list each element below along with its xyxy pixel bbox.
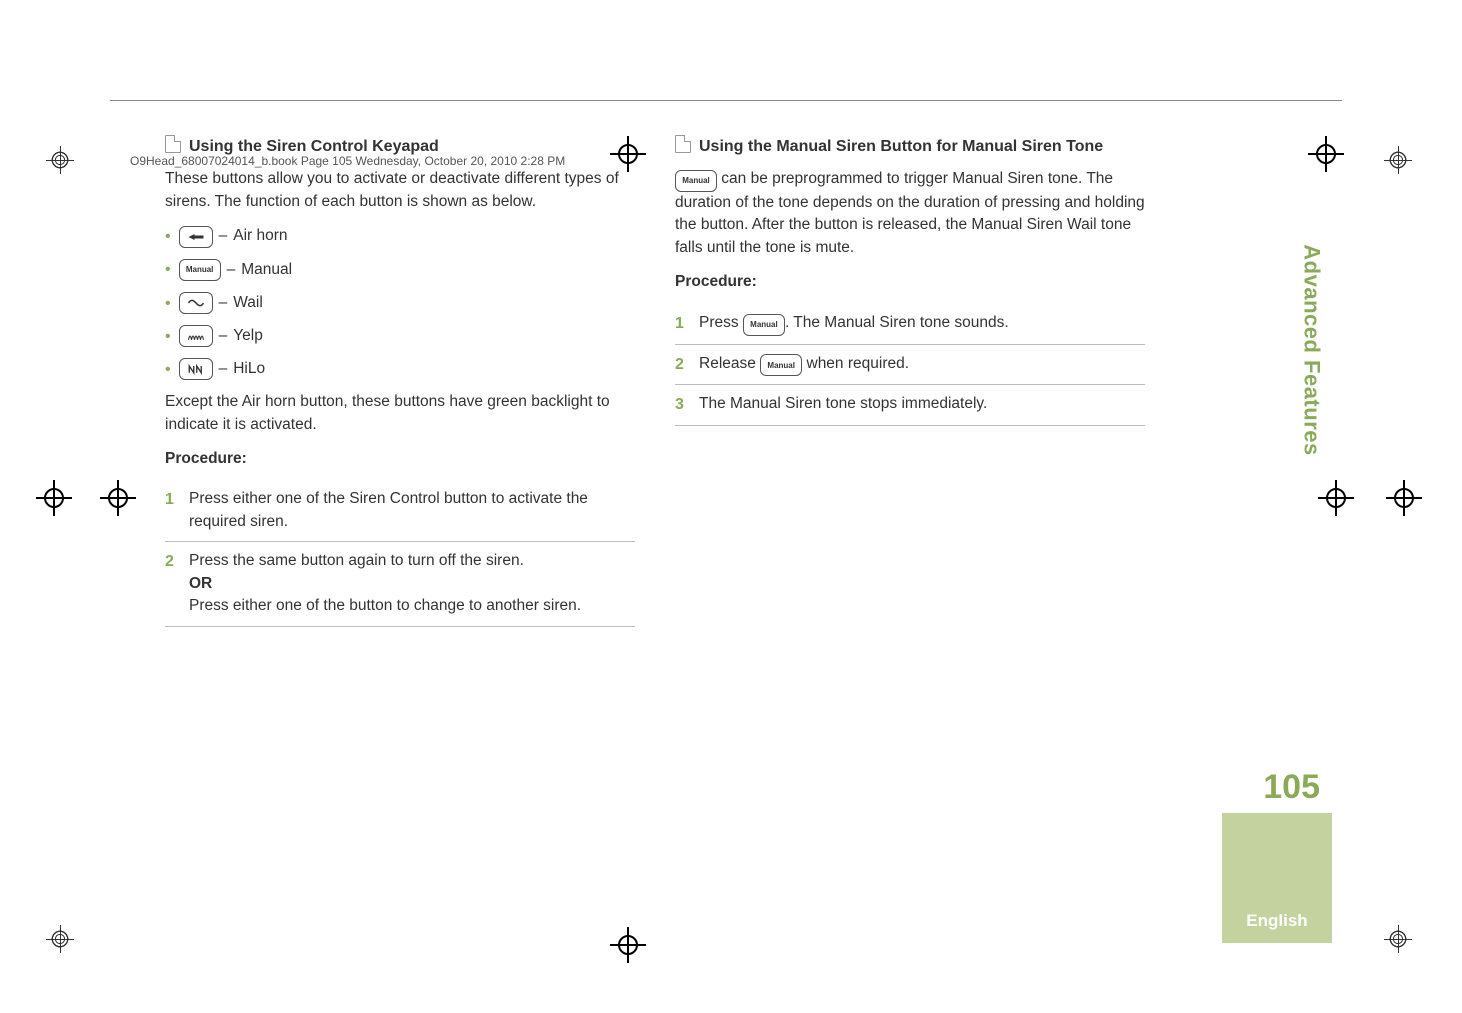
- page-icon: [165, 135, 181, 153]
- wail-key-icon: [179, 292, 213, 314]
- registration-mark-icon: [46, 146, 74, 174]
- bullet-icon: •: [165, 358, 171, 381]
- step-text: Press either one of the Siren Control bu…: [189, 488, 635, 533]
- bullet-icon: •: [165, 225, 171, 248]
- bullet-icon: •: [165, 325, 171, 348]
- manual-key-icon: Manual: [743, 314, 785, 336]
- right-heading: Using the Manual Siren Button for Manual…: [675, 135, 1145, 158]
- dash: –: [219, 225, 228, 247]
- right-intro: Manual can be preprogrammed to trigger M…: [675, 168, 1145, 259]
- step-text: Release Manual when required.: [699, 353, 1145, 377]
- left-intro: These buttons allow you to activate or d…: [165, 168, 635, 213]
- step-text-a: Release: [699, 355, 760, 372]
- registration-mark-icon: [1384, 146, 1412, 174]
- crop-mark-icon: [36, 480, 72, 516]
- button-label: Yelp: [233, 325, 263, 347]
- left-note: Except the Air horn button, these button…: [165, 391, 635, 436]
- list-item: • – Air horn: [165, 225, 635, 248]
- bullet-icon: •: [165, 292, 171, 315]
- siren-button-list: • – Air horn • Manual – Manual • – Wail: [165, 225, 635, 381]
- button-label: Manual: [241, 259, 292, 281]
- bullet-icon: •: [165, 258, 171, 281]
- registration-mark-icon: [46, 925, 74, 953]
- step-text-a: Press: [699, 314, 743, 331]
- hilo-key-icon: [179, 358, 213, 380]
- step-number: 2: [165, 550, 179, 573]
- step-text-b: . The Manual Siren tone sounds.: [785, 314, 1009, 331]
- list-item: • Manual – Manual: [165, 258, 635, 281]
- step-item: 3 The Manual Siren tone stops immediatel…: [675, 385, 1145, 425]
- step-item: 1 Press Manual. The Manual Siren tone so…: [675, 304, 1145, 345]
- left-steps: 1 Press either one of the Siren Control …: [165, 480, 635, 626]
- page-number: 105: [1263, 768, 1320, 807]
- dash: –: [219, 325, 228, 347]
- manual-key-icon: Manual: [675, 170, 717, 192]
- left-heading-text: Using the Siren Control Keyapad: [189, 138, 439, 155]
- step-text-b: Press either one of the button to change…: [189, 597, 581, 614]
- manual-key-icon: Manual: [179, 259, 221, 281]
- section-label: Advanced Features: [1299, 244, 1325, 455]
- button-label: HiLo: [233, 358, 265, 380]
- step-item: 1 Press either one of the Siren Control …: [165, 480, 635, 542]
- registration-mark-icon: [1384, 925, 1412, 953]
- airhorn-key-icon: [179, 226, 213, 248]
- page-icon: [675, 135, 691, 153]
- left-heading: Using the Siren Control Keyapad: [165, 135, 635, 158]
- or-label: OR: [189, 573, 635, 595]
- list-item: • – HiLo: [165, 358, 635, 381]
- left-column: Using the Siren Control Keyapad These bu…: [165, 135, 635, 627]
- section-label-container: Advanced Features: [1292, 140, 1332, 560]
- step-item: 2 Release Manual when required.: [675, 345, 1145, 386]
- step-number: 1: [675, 312, 689, 335]
- button-label: Wail: [233, 292, 263, 314]
- dash: –: [219, 292, 228, 314]
- yelp-key-icon: [179, 325, 213, 347]
- procedure-label: Procedure:: [675, 271, 1145, 293]
- dash: –: [227, 259, 236, 281]
- right-column: Using the Manual Siren Button for Manual…: [675, 135, 1145, 627]
- step-number: 3: [675, 393, 689, 416]
- list-item: • – Wail: [165, 292, 635, 315]
- step-text: Press the same button again to turn off …: [189, 550, 635, 617]
- list-item: • – Yelp: [165, 325, 635, 348]
- step-number: 2: [675, 353, 689, 376]
- crop-mark-icon: [1386, 480, 1422, 516]
- dash: –: [219, 358, 228, 380]
- side-tab: Advanced Features: [1272, 140, 1332, 780]
- right-intro-text: can be preprogrammed to trigger Manual S…: [675, 170, 1145, 256]
- language-label: English: [1246, 911, 1307, 931]
- button-label: Air horn: [233, 225, 287, 247]
- step-text: The Manual Siren tone stops immediately.: [699, 393, 1145, 415]
- manual-key-icon: Manual: [760, 354, 802, 376]
- step-text-b: when required.: [802, 355, 909, 372]
- step-number: 1: [165, 488, 179, 511]
- step-text-a: Press the same button again to turn off …: [189, 552, 524, 569]
- procedure-label: Procedure:: [165, 448, 635, 470]
- page-content: Using the Siren Control Keyapad These bu…: [165, 135, 1145, 627]
- side-block: 105 English: [1222, 813, 1332, 943]
- step-item: 2 Press the same button again to turn of…: [165, 542, 635, 626]
- step-text: Press Manual. The Manual Siren tone soun…: [699, 312, 1145, 336]
- right-steps: 1 Press Manual. The Manual Siren tone so…: [675, 304, 1145, 426]
- right-heading-text: Using the Manual Siren Button for Manual…: [699, 138, 1103, 155]
